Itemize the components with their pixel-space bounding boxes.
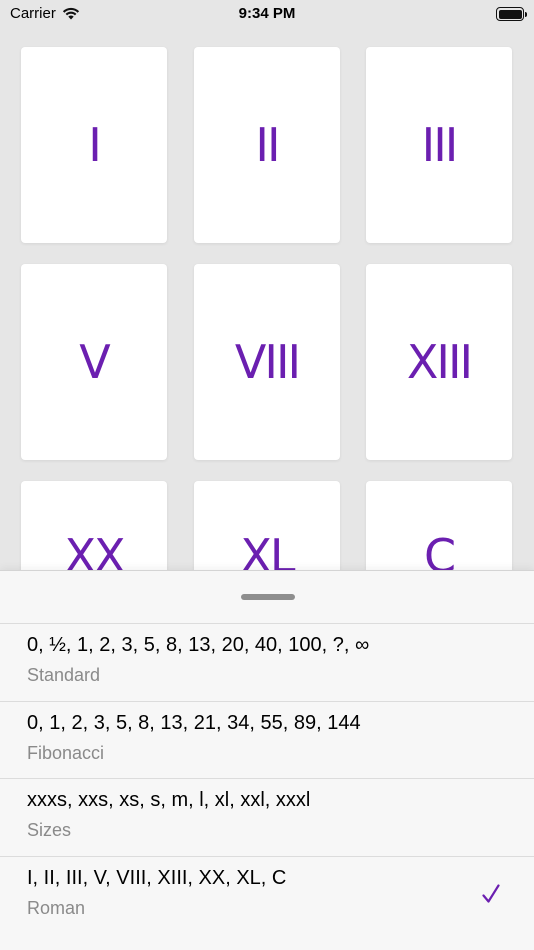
card-label: II xyxy=(255,118,280,172)
option-values: 0, ½, 1, 2, 3, 5, 8, 13, 20, 40, 100, ?,… xyxy=(27,634,370,656)
status-time: 9:34 PM xyxy=(238,5,296,22)
option-values: 0, 1, 2, 3, 5, 8, 13, 21, 34, 55, 89, 14… xyxy=(27,711,361,734)
option-name: Standard xyxy=(27,665,101,685)
card[interactable]: XIII xyxy=(366,264,512,460)
card[interactable]: I xyxy=(21,47,167,243)
card-label: I xyxy=(88,118,102,172)
card-label: VIII xyxy=(234,335,301,389)
card[interactable]: III xyxy=(366,47,512,243)
option-name: Sizes xyxy=(27,820,72,840)
sheet-header[interactable] xyxy=(0,571,534,623)
card[interactable]: II xyxy=(194,47,340,243)
card-label: V xyxy=(79,335,111,389)
option-values: I, II, III, V, VIII, XIII, XX, XL, C xyxy=(27,866,287,889)
card-label: III xyxy=(421,118,459,172)
deck-picker-sheet[interactable]: 0, ½, 1, 2, 3, 5, 8, 13, 20, 40, 100, ?,… xyxy=(0,570,534,950)
deck-option-standard[interactable]: 0, ½, 1, 2, 3, 5, 8, 13, 20, 40, 100, ?,… xyxy=(0,623,534,701)
deck-option-list: 0, ½, 1, 2, 3, 5, 8, 13, 20, 40, 100, ?,… xyxy=(0,623,534,933)
sheet-grabber-handle[interactable] xyxy=(241,594,295,600)
option-values: xxxs, xxs, xs, s, m, l, xl, xxl, xxxl xyxy=(27,789,311,811)
battery-icon xyxy=(496,7,527,21)
deck-option-fibonacci[interactable]: 0, 1, 2, 3, 5, 8, 13, 21, 34, 55, 89, 14… xyxy=(0,700,534,779)
checkmark-icon xyxy=(482,883,500,903)
option-name: Roman xyxy=(27,897,86,918)
card-label: XIII xyxy=(406,335,473,389)
option-name: Fibonacci xyxy=(27,742,105,763)
status-bar: Carrier 9:34 PM xyxy=(0,0,534,30)
card[interactable]: V xyxy=(21,264,167,460)
card[interactable]: VIII xyxy=(194,264,340,460)
deck-option-sizes[interactable]: xxxs, xxs, xs, s, m, l, xl, xxl, xxxl Si… xyxy=(0,778,534,856)
deck-option-roman[interactable]: I, II, III, V, VIII, XIII, XX, XL, C Rom… xyxy=(0,855,534,934)
